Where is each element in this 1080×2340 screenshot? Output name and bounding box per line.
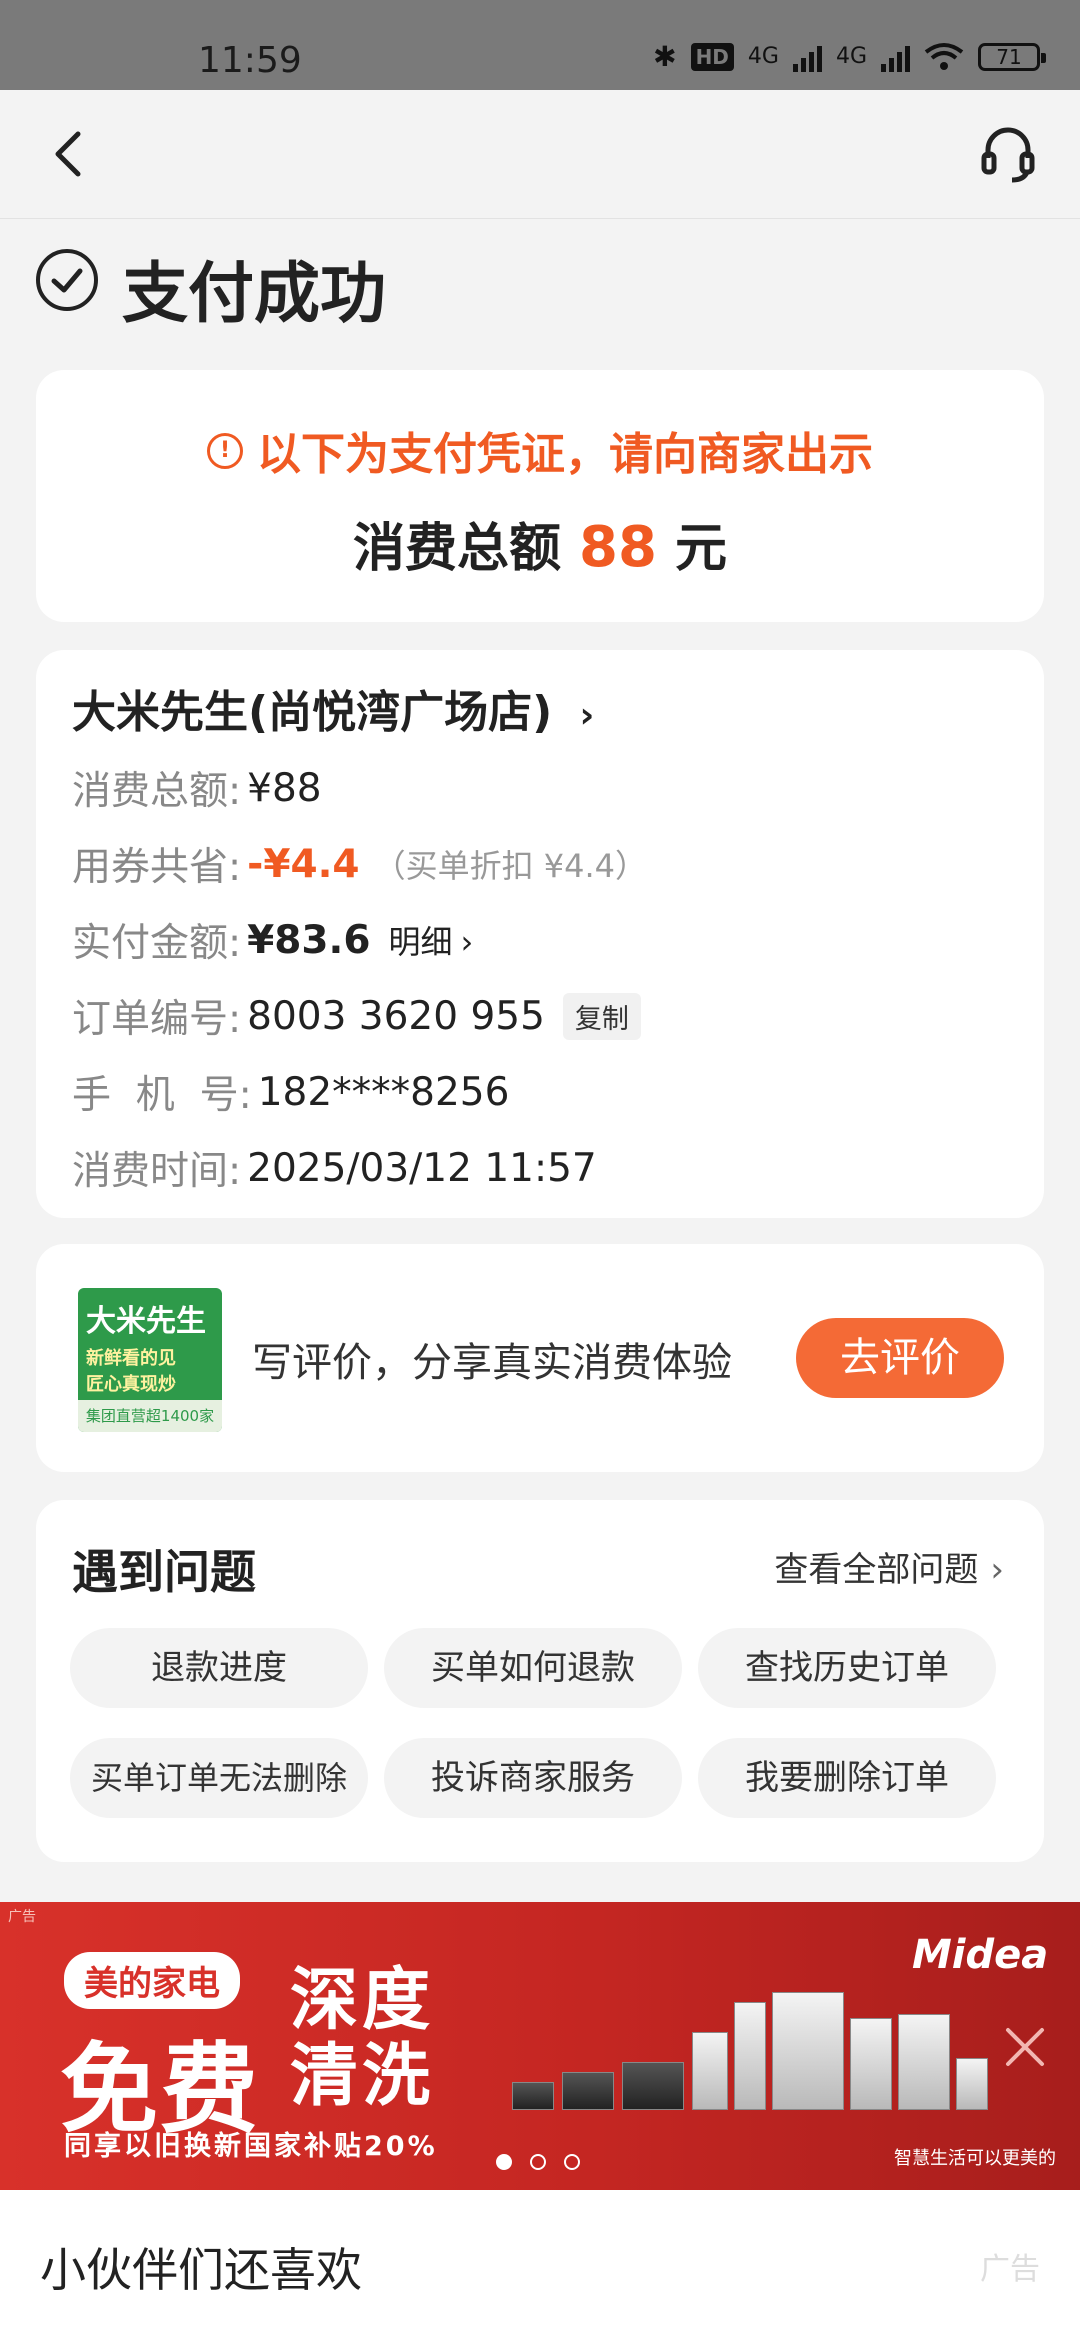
faq-chip[interactable]: 查找历史订单 bbox=[698, 1628, 996, 1708]
shop-name: 大米先生(尚悦湾广场店) bbox=[72, 687, 553, 738]
row-value: ¥83.6 bbox=[247, 917, 371, 963]
faq-chip[interactable]: 退款进度 bbox=[70, 1628, 368, 1708]
appliances-image bbox=[512, 1962, 1022, 2142]
chevron-right-icon: › bbox=[460, 923, 474, 961]
faq-title: 遇到问题 bbox=[72, 1545, 256, 1599]
hd-icon: HD bbox=[690, 42, 734, 71]
recommend-ad-label: 广告 bbox=[980, 2252, 1040, 2287]
row-label: 消费总额: bbox=[72, 769, 242, 814]
shop-logo: 大米先生 新鲜看的见 匠心真现炒 集团直营超1400家 bbox=[78, 1288, 222, 1432]
faq-chip[interactable]: 买单订单无法删除 bbox=[70, 1738, 368, 1818]
recommend-section: 小伙伴们还喜欢 广告 bbox=[0, 2190, 1080, 2340]
copy-button[interactable]: 复制 bbox=[562, 992, 641, 1040]
signal-icon bbox=[792, 42, 822, 72]
customer-service-icon[interactable] bbox=[980, 124, 1036, 184]
logo-text: 集团直营超1400家 bbox=[78, 1400, 222, 1432]
network-label-1: 4G bbox=[747, 44, 779, 69]
chevron-right-icon: › bbox=[990, 1550, 1004, 1590]
ad-tag: 广告 bbox=[8, 1909, 36, 1925]
review-card: 大米先生 新鲜看的见 匠心真现炒 集团直营超1400家 写评价，分享真实消费体验… bbox=[36, 1244, 1044, 1472]
faq-card: 遇到问题 查看全部问题 › 退款进度 买单如何退款 查找历史订单 买单订单无法删除… bbox=[36, 1500, 1044, 1862]
carousel-dot[interactable] bbox=[496, 2154, 512, 2170]
status-time: 11:59 bbox=[198, 40, 302, 81]
carousel-dot[interactable] bbox=[564, 2154, 580, 2170]
row-label: 消费时间: bbox=[72, 1149, 242, 1194]
row-value: -¥4.4 bbox=[247, 841, 360, 887]
row-value: 8003 3620 955 bbox=[247, 993, 545, 1039]
row-value: 182****8256 bbox=[257, 1069, 510, 1115]
voucher-warning: ! 以下为支付凭证，请向商家出示 bbox=[36, 418, 1044, 482]
view-all-label: 查看全部问题 bbox=[774, 1550, 979, 1590]
order-row-total: 消费总额: ¥88 bbox=[72, 760, 322, 816]
total-amount: 88 bbox=[579, 515, 657, 580]
order-row-time: 消费时间: 2025/03/12 11:57 bbox=[72, 1140, 597, 1196]
logo-text: 新鲜看的见 bbox=[86, 1348, 176, 1369]
voucher-total: 消费总额 88 元 bbox=[36, 506, 1044, 581]
row-label: 实付金额: bbox=[72, 921, 242, 966]
carousel-dot[interactable] bbox=[530, 2154, 546, 2170]
row-label: 用券共省: bbox=[72, 845, 242, 890]
detail-link[interactable]: 明细 › bbox=[389, 917, 474, 963]
discount-detail: （买单折扣 ¥4.4） bbox=[373, 847, 647, 885]
ad-headline-2: 清洗 bbox=[290, 2037, 435, 2116]
bluetooth-icon: ✱ bbox=[653, 40, 677, 73]
row-value: 2025/03/12 11:57 bbox=[247, 1145, 597, 1191]
status-bar: 11:59 ✱ HD 4G 4G 71 bbox=[0, 0, 1080, 90]
chevron-right-icon: › bbox=[579, 695, 595, 736]
write-review-button[interactable]: 去评价 bbox=[796, 1318, 1004, 1398]
logo-text: 匠心真现炒 bbox=[86, 1374, 176, 1395]
total-unit: 元 bbox=[674, 519, 727, 579]
payment-voucher-card: ! 以下为支付凭证，请向商家出示 消费总额 88 元 bbox=[36, 370, 1044, 622]
row-value: ¥88 bbox=[247, 765, 322, 811]
faq-chip[interactable]: 买单如何退款 bbox=[384, 1628, 682, 1708]
wifi-icon bbox=[924, 42, 964, 70]
ad-banner[interactable]: 广告 美的家电 深度 免费 清洗 同享以旧换新国家补贴20% Midea 智慧生… bbox=[0, 1902, 1080, 2190]
check-circle-icon bbox=[36, 249, 98, 311]
review-prompt: 写评价，分享真实消费体验 bbox=[252, 1340, 732, 1386]
faq-chip[interactable]: 我要删除订单 bbox=[698, 1738, 996, 1818]
battery-icon: 71 bbox=[978, 42, 1046, 71]
shop-name-link[interactable]: 大米先生(尚悦湾广场店) › bbox=[72, 676, 594, 740]
row-label: 订单编号: bbox=[72, 997, 242, 1042]
logo-text: 大米先生 bbox=[86, 1304, 206, 1339]
view-all-questions-link[interactable]: 查看全部问题 › bbox=[774, 1542, 1004, 1591]
recommend-title: 小伙伴们还喜欢 bbox=[40, 2243, 362, 2297]
page-title: 支付成功 bbox=[122, 255, 386, 332]
carousel-dots bbox=[496, 2154, 580, 2170]
order-row-discount: 用券共省: -¥4.4 （买单折扣 ¥4.4） bbox=[72, 836, 647, 892]
total-label: 消费总额 bbox=[353, 519, 562, 579]
battery-level: 71 bbox=[996, 44, 1022, 69]
network-label-2: 4G bbox=[835, 44, 867, 69]
detail-label: 明细 bbox=[388, 923, 453, 961]
warning-icon: ! bbox=[207, 433, 243, 469]
ad-subtitle: 同享以旧换新国家补贴20% bbox=[64, 2131, 438, 2162]
order-row-phone: 手 机 号: 182****8256 bbox=[72, 1064, 509, 1120]
voucher-warning-text: 以下为支付凭证，请向商家出示 bbox=[257, 429, 873, 480]
faq-chip[interactable]: 投诉商家服务 bbox=[384, 1738, 682, 1818]
order-info-card: 大米先生(尚悦湾广场店) › 消费总额: ¥88 用券共省: -¥4.4 （买单… bbox=[36, 650, 1044, 1218]
status-icons: ✱ HD 4G 4G 71 bbox=[653, 40, 1046, 73]
ad-brand-pill: 美的家电 bbox=[64, 1952, 240, 2009]
close-icon[interactable] bbox=[1000, 2022, 1050, 2072]
nav-bar bbox=[0, 90, 1080, 219]
ad-slogan: 智慧生活可以更美的 bbox=[894, 2148, 1056, 2169]
signal-icon-2 bbox=[881, 42, 910, 72]
row-label: 手 机 号: bbox=[72, 1073, 252, 1118]
order-row-paid: 实付金额: ¥83.6 明细 › bbox=[72, 912, 473, 968]
order-row-number: 订单编号: 8003 3620 955 复制 bbox=[72, 988, 641, 1044]
back-icon[interactable] bbox=[48, 130, 88, 178]
